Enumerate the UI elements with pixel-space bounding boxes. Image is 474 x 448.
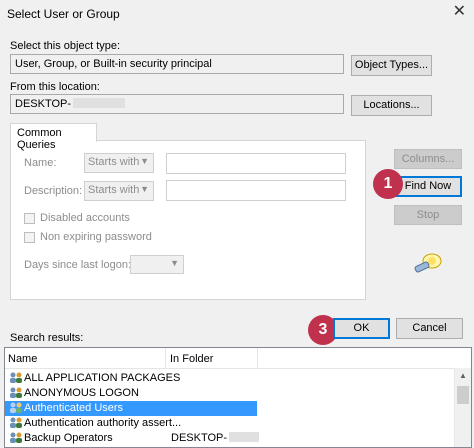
- name-label: Name:: [24, 157, 57, 169]
- results-scrollbar[interactable]: ▲: [454, 368, 471, 447]
- result-folder: DESKTOP-: [171, 431, 260, 446]
- locations-button[interactable]: Locations...: [351, 95, 432, 116]
- result-name: ANONYMOUS LOGON: [24, 387, 139, 399]
- result-name: Backup Operators: [24, 432, 113, 444]
- cancel-button[interactable]: Cancel: [396, 318, 463, 339]
- result-row-selected[interactable]: Authenticated Users: [5, 401, 257, 416]
- object-type-field: User, Group, or Built-in security princi…: [10, 54, 344, 74]
- name-mode-value: Starts with: [88, 156, 140, 168]
- name-mode-select[interactable]: Starts with ▼: [84, 153, 154, 173]
- user-group-icon: [10, 372, 22, 383]
- user-group-icon: [10, 417, 22, 428]
- result-name: Authentication authority assert...: [24, 417, 182, 429]
- location-field: DESKTOP-: [10, 94, 344, 114]
- column-divider: [257, 348, 258, 368]
- disabled-accounts-label: Disabled accounts: [40, 212, 130, 224]
- scroll-up-icon[interactable]: ▲: [459, 371, 467, 380]
- user-group-icon: [10, 402, 22, 413]
- location-value: DESKTOP-: [15, 98, 72, 110]
- non-expiring-password-checkbox[interactable]: [24, 232, 35, 243]
- dropdown-arrow-icon: ▼: [140, 184, 149, 194]
- find-now-button[interactable]: Find Now: [394, 176, 462, 197]
- result-name: Authenticated Users: [24, 402, 124, 414]
- tab-common-queries[interactable]: Common Queries: [10, 123, 97, 151]
- result-row[interactable]: Authentication authority assert...: [5, 416, 457, 431]
- scrollbar-thumb[interactable]: [457, 386, 469, 404]
- result-row[interactable]: ALL APPLICATION PACKAGES: [5, 371, 457, 386]
- description-mode-select[interactable]: Starts with ▼: [84, 181, 154, 201]
- results-header: Name In Folder: [5, 348, 471, 369]
- search-results-label: Search results:: [10, 332, 84, 344]
- redacted-computer-name: [73, 98, 126, 108]
- search-flashlight-icon: [412, 250, 444, 274]
- column-header-name[interactable]: Name: [8, 349, 37, 369]
- description-label: Description:: [24, 185, 83, 197]
- result-row[interactable]: ANONYMOUS LOGON: [5, 386, 457, 401]
- name-input[interactable]: [166, 153, 346, 174]
- result-row[interactable]: Backup Operators DESKTOP-: [5, 431, 457, 446]
- search-results-list[interactable]: Name In Folder ALL APPLICATION PACKAGES …: [4, 347, 472, 448]
- description-input[interactable]: [166, 180, 346, 201]
- column-header-folder[interactable]: In Folder: [170, 349, 213, 369]
- dropdown-arrow-icon: ▼: [170, 258, 179, 268]
- column-divider: [165, 348, 166, 368]
- user-group-icon: [10, 387, 22, 398]
- window-title: Select User or Group: [7, 7, 120, 21]
- stop-button[interactable]: Stop: [394, 205, 462, 225]
- step-badge-1: 1: [373, 169, 403, 199]
- result-name: ALL APPLICATION PACKAGES: [24, 372, 181, 384]
- location-label: From this location:: [10, 81, 100, 93]
- ok-button[interactable]: OK: [333, 318, 390, 339]
- disabled-accounts-checkbox[interactable]: [24, 213, 35, 224]
- redacted-computer-name: [229, 432, 260, 442]
- non-expiring-password-label: Non expiring password: [40, 231, 152, 243]
- result-folder-text: DESKTOP-: [171, 432, 228, 444]
- close-icon[interactable]: ✕: [453, 4, 466, 20]
- columns-button[interactable]: Columns...: [394, 149, 462, 169]
- object-types-button[interactable]: Object Types...: [351, 55, 432, 76]
- description-mode-value: Starts with: [88, 184, 140, 196]
- object-type-label: Select this object type:: [10, 40, 121, 52]
- user-group-icon: [10, 432, 22, 443]
- days-since-logon-select[interactable]: ▼: [130, 255, 184, 274]
- dropdown-arrow-icon: ▼: [140, 156, 149, 166]
- days-since-logon-label: Days since last logon:: [24, 259, 131, 271]
